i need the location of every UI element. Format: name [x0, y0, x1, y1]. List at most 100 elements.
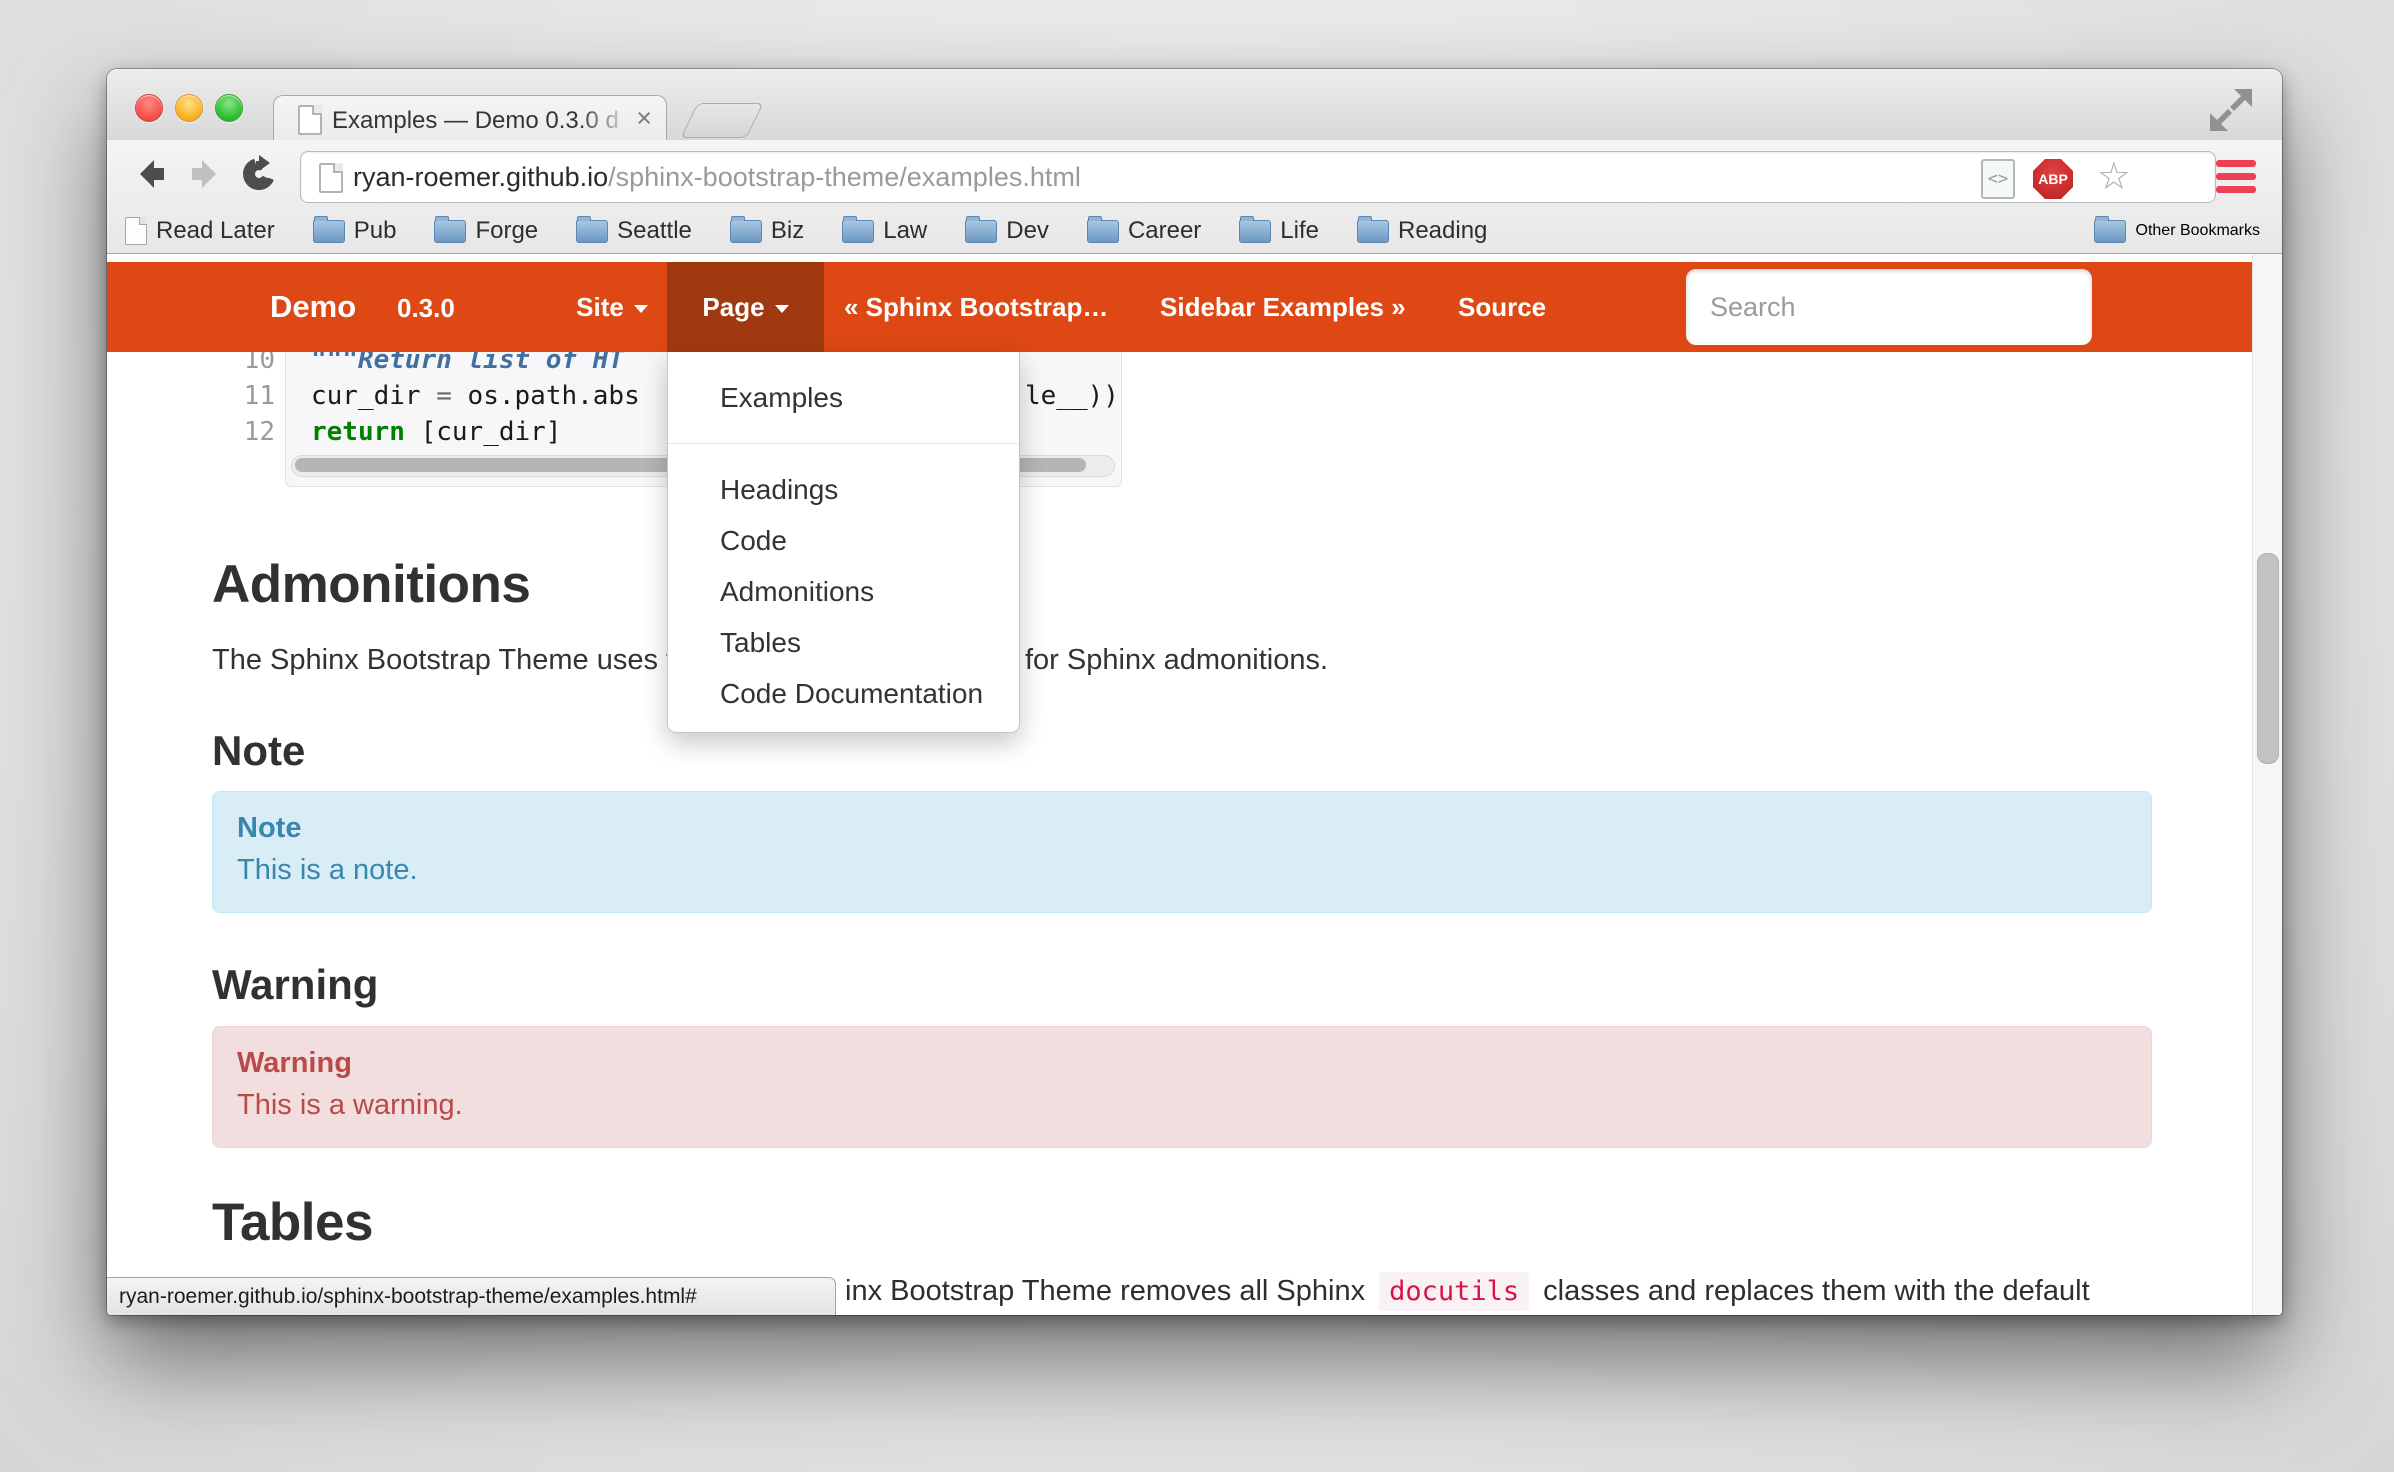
warning-heading: Warning [212, 962, 378, 1008]
folder-icon [842, 220, 874, 243]
url-path: /sphinx-bootstrap-theme/examples.html [608, 162, 1081, 192]
minimize-window-button[interactable] [175, 94, 203, 122]
nav-item-sidebar-examples[interactable]: Sidebar Examples » [1160, 262, 1406, 352]
browser-toolbar: ryan-roemer.github.io/sphinx-bootstrap-t… [107, 140, 2282, 254]
menu-item-admonitions[interactable]: Admonitions [668, 566, 1019, 617]
note-alert-box: Note This is a note. [212, 791, 2152, 913]
code-line-numbers: 10 11 12 [202, 342, 275, 450]
bookmark-label: Pub [354, 217, 397, 245]
menu-item-headings[interactable]: Headings [668, 464, 1019, 515]
browser-tab[interactable]: Examples — Demo 0.3.0 d × [273, 95, 667, 142]
site-navbar: Demo 0.3.0 Site Page « Sphinx Bootstrap…… [107, 262, 2252, 352]
code-line-11-left: cur_dir = os.path.abs [311, 382, 640, 410]
bookmark-label: Seattle [617, 217, 692, 245]
folder-icon [2094, 220, 2126, 243]
page-viewport: 10 11 12 """Return list of HT cur_dir = … [107, 254, 2282, 1315]
menu-item-code[interactable]: Code [668, 515, 1019, 566]
nav-item-page[interactable]: Page [667, 262, 824, 352]
lineno-12: 12 [202, 414, 275, 450]
back-button[interactable] [130, 154, 170, 194]
chevron-down-icon [634, 305, 648, 313]
bookmark-read-later[interactable]: Read Later [125, 217, 275, 245]
chevron-down-icon [775, 305, 789, 313]
tab-favicon-icon [298, 105, 322, 135]
folder-icon [730, 220, 762, 243]
zoom-window-button[interactable] [215, 94, 243, 122]
url-host: ryan-roemer.github.io [353, 162, 608, 192]
fullscreen-icon[interactable] [2208, 87, 2254, 133]
bookmark-folder-reading[interactable]: Reading [1357, 217, 1487, 245]
url-text[interactable]: ryan-roemer.github.io/sphinx-bootstrap-t… [353, 162, 1081, 193]
menu-item-examples[interactable]: Examples [668, 372, 1019, 423]
folder-icon [434, 220, 466, 243]
note-heading: Note [212, 728, 305, 774]
other-bookmarks-button[interactable]: Other Bookmarks [2094, 209, 2260, 253]
new-tab-button[interactable] [680, 103, 763, 138]
bookmarks-bar: Read Later Pub Forge Seattle Biz Law Dev… [107, 209, 2282, 253]
bookmark-folder-pub[interactable]: Pub [313, 217, 397, 245]
tab-close-icon[interactable]: × [636, 104, 652, 132]
bookmark-folder-law[interactable]: Law [842, 217, 927, 245]
chrome-menu-icon[interactable] [2216, 160, 2256, 194]
warning-alert-title: Warning [237, 1043, 2127, 1083]
folder-icon [576, 220, 608, 243]
bookmark-label: Forge [475, 217, 538, 245]
admonitions-heading: Admonitions [212, 554, 530, 616]
admonitions-intro-right: for Sphinx admonitions. [1025, 642, 1328, 678]
page-icon [319, 163, 343, 193]
bookmark-label: Reading [1398, 217, 1487, 245]
menu-item-code-documentation[interactable]: Code Documentation [668, 668, 1019, 719]
note-alert-body: This is a note. [237, 848, 2127, 892]
nav-item-site[interactable]: Site [557, 262, 667, 352]
folder-icon [1087, 220, 1119, 243]
navbar-brand[interactable]: Demo [270, 262, 356, 352]
bookmark-label: Life [1280, 217, 1319, 245]
bookmark-page-icon [125, 217, 147, 245]
folder-icon [313, 220, 345, 243]
bookmark-label: Read Later [156, 217, 275, 245]
nav-item-source[interactable]: Source [1458, 262, 1546, 352]
bookmark-folder-career[interactable]: Career [1087, 217, 1201, 245]
menu-divider [668, 443, 1019, 444]
note-alert-title: Note [237, 808, 2127, 848]
bookmark-folder-dev[interactable]: Dev [965, 217, 1049, 245]
forward-button[interactable] [186, 154, 226, 194]
page-vertical-scrollbar[interactable] [2252, 254, 2282, 1315]
bookmark-label: Law [883, 217, 927, 245]
folder-icon [1239, 220, 1271, 243]
page-scrollbar-thumb[interactable] [2257, 553, 2279, 764]
view-source-extension-icon[interactable]: <> [1981, 159, 2015, 199]
address-bar[interactable]: ryan-roemer.github.io/sphinx-bootstrap-t… [300, 151, 2216, 203]
tab-title: Examples — Demo 0.3.0 d [332, 107, 632, 135]
status-bar-link-preview: ryan-roemer.github.io/sphinx-bootstrap-t… [107, 1277, 836, 1315]
search-input[interactable] [1686, 269, 2092, 345]
browser-window: Examples — Demo 0.3.0 d × [107, 69, 2282, 1315]
other-bookmarks-label: Other Bookmarks [2136, 222, 2260, 240]
bookmark-label: Dev [1006, 217, 1049, 245]
adblock-extension-icon[interactable]: ABP [2033, 159, 2073, 199]
docutils-inline-code: docutils [1379, 1272, 1529, 1311]
lineno-11: 11 [202, 378, 275, 414]
close-window-button[interactable] [135, 94, 163, 122]
folder-icon [1357, 220, 1389, 243]
nav-item-sphinx-bootstrap[interactable]: « Sphinx Bootstrap… [844, 262, 1108, 352]
tables-paragraph-fragment: inx Bootstrap Theme removes all Sphinx d… [845, 1272, 2090, 1311]
tables-text-pre: inx Bootstrap Theme removes all Sphinx [845, 1275, 1365, 1308]
reload-button[interactable] [239, 154, 279, 194]
warning-alert-body: This is a warning. [237, 1083, 2127, 1127]
bookmark-star-icon[interactable]: ☆ [2097, 154, 2131, 199]
folder-icon [965, 220, 997, 243]
tables-heading: Tables [212, 1192, 373, 1254]
page-dropdown-menu: Examples Headings Code Admonitions Table… [667, 352, 1020, 733]
bookmark-folder-life[interactable]: Life [1239, 217, 1319, 245]
bookmark-folder-forge[interactable]: Forge [434, 217, 538, 245]
admonitions-intro-left: The Sphinx Bootstrap Theme uses th [212, 642, 690, 678]
code-line-11-right: le__)) [1025, 382, 1119, 410]
bookmark-folder-seattle[interactable]: Seattle [576, 217, 692, 245]
navbar-version: 0.3.0 [397, 262, 455, 352]
menu-item-tables[interactable]: Tables [668, 617, 1019, 668]
code-line-12: return [cur_dir] [311, 418, 561, 446]
bookmark-label: Career [1128, 217, 1201, 245]
bookmark-folder-biz[interactable]: Biz [730, 217, 804, 245]
bookmark-label: Biz [771, 217, 804, 245]
